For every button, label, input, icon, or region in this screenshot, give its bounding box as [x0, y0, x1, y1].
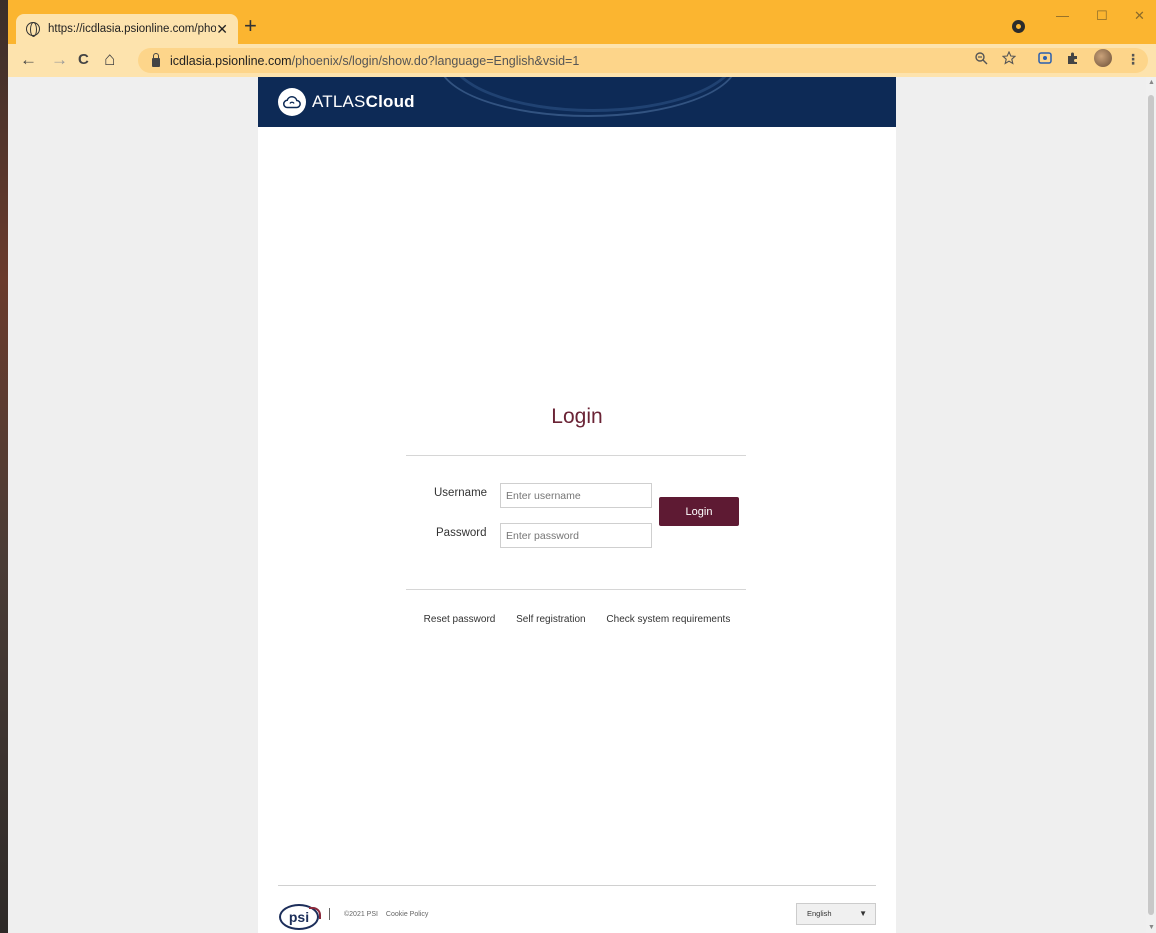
password-label: Password	[436, 527, 487, 539]
puzzle-icon[interactable]	[1066, 51, 1080, 65]
reset-password-link[interactable]: Reset password	[424, 614, 496, 625]
brand-bold: Cloud	[365, 92, 415, 111]
username-input[interactable]	[500, 483, 652, 508]
reload-button[interactable]: C	[78, 50, 89, 70]
url-path: /phoenix/s/login/show.do?language=Englis…	[291, 53, 580, 68]
zoom-icon[interactable]	[974, 51, 988, 65]
scroll-up-icon[interactable]: ▲	[1148, 79, 1155, 86]
cookie-policy-link[interactable]: Cookie Policy	[386, 911, 428, 918]
tab-title: https://icdlasia.psionline.com/phoenix/s…	[48, 23, 216, 35]
brand-light: ATLAS	[312, 92, 366, 111]
psi-logo-text: psi	[288, 909, 310, 925]
url-text[interactable]: icdlasia.psionline.com/phoenix/s/login/s…	[170, 54, 579, 68]
maximize-button[interactable]: ☐	[1096, 8, 1108, 24]
divider	[406, 589, 746, 590]
divider	[406, 455, 746, 456]
language-selected-value: English	[807, 909, 832, 918]
home-button[interactable]: ⌂	[104, 50, 115, 70]
record-indicator-icon[interactable]	[1012, 20, 1025, 33]
lock-icon[interactable]	[152, 52, 160, 67]
language-select[interactable]: English ▼	[796, 903, 876, 925]
cloud-icon	[278, 88, 306, 116]
dropdown-caret-icon: ▼	[859, 909, 867, 918]
minimize-button[interactable]: —	[1056, 8, 1069, 23]
system-requirements-link[interactable]: Check system requirements	[606, 614, 730, 625]
footer-separator	[329, 908, 330, 920]
menu-kebab-icon[interactable]: ⋮	[1126, 51, 1140, 68]
login-page: ATLASCloud Login Username Password Login…	[258, 77, 896, 933]
browser-tab[interactable]: https://icdlasia.psionline.com/phoenix/s…	[16, 14, 238, 44]
forward-button[interactable]: →	[51, 50, 68, 70]
login-button[interactable]: Login	[659, 497, 739, 526]
toolbar-icons: ⋮	[974, 49, 1140, 68]
copyright-text: ©2021 PSI	[344, 911, 378, 918]
password-input[interactable]	[500, 523, 652, 548]
tab-strip: https://icdlasia.psionline.com/phoenix/s…	[8, 0, 1156, 44]
psi-logo: psi	[279, 904, 321, 930]
new-tab-button[interactable]: +	[244, 15, 257, 37]
brand-name: ATLASCloud	[312, 92, 415, 112]
site-header: ATLASCloud	[258, 77, 896, 127]
page-title: Login	[551, 405, 603, 428]
tab-close-icon[interactable]: ✕	[216, 21, 228, 38]
footer-divider	[278, 885, 876, 886]
footer-text: ©2021 PSI Cookie Policy	[344, 911, 434, 918]
globe-icon	[26, 22, 40, 37]
page-viewport: ATLASCloud Login Username Password Login…	[8, 77, 1156, 933]
url-host: icdlasia.psionline.com	[170, 53, 292, 68]
scrollbar-thumb[interactable]	[1148, 95, 1154, 915]
scroll-down-icon[interactable]: ▼	[1148, 924, 1155, 931]
address-bar[interactable]: icdlasia.psionline.com/phoenix/s/login/s…	[138, 48, 1148, 73]
help-links: Reset password Self registration Check s…	[258, 614, 896, 625]
screen-record-icon[interactable]	[1038, 51, 1052, 65]
self-registration-link[interactable]: Self registration	[516, 614, 585, 625]
atlas-cloud-logo: ATLASCloud	[278, 88, 415, 116]
close-window-button[interactable]: ✕	[1134, 8, 1145, 24]
browser-toolbar: ← → C ⌂ icdlasia.psionline.com/phoenix/s…	[8, 44, 1156, 77]
header-swoosh-decoration	[448, 77, 738, 112]
profile-avatar[interactable]	[1094, 49, 1112, 67]
username-label: Username	[434, 487, 488, 499]
browser-window: https://icdlasia.psionline.com/phoenix/s…	[8, 0, 1156, 933]
scrollbar[interactable]: ▲ ▼	[1146, 77, 1156, 933]
back-button[interactable]: ←	[20, 50, 37, 70]
star-icon[interactable]	[1002, 51, 1016, 65]
